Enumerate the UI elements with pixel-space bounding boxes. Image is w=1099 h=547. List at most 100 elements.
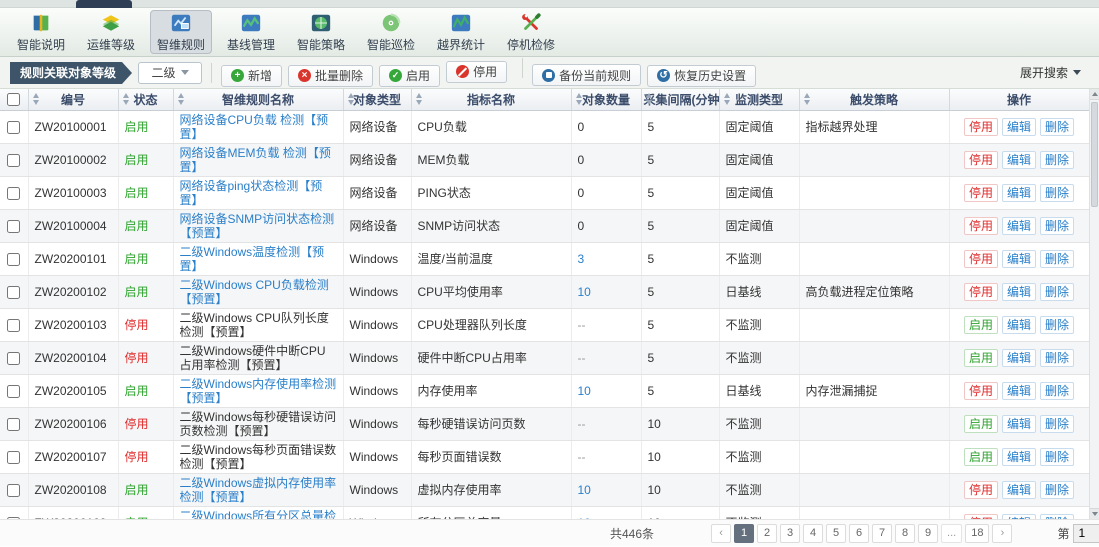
rule-name-link[interactable]: 网络设备MEM负载 检测【预置】: [180, 146, 331, 174]
column-header-7[interactable]: 监测类型: [719, 89, 799, 110]
add-button[interactable]: 新增: [221, 65, 282, 87]
row-edit-button[interactable]: 编辑: [1002, 514, 1036, 520]
object-count-link[interactable]: 10: [578, 483, 591, 497]
scroll-up-button[interactable]: [1090, 89, 1099, 100]
row-enable-button[interactable]: 启用: [964, 349, 998, 367]
scroll-down-button[interactable]: [1090, 508, 1099, 519]
row-edit-button[interactable]: 编辑: [1002, 184, 1036, 202]
column-header-0[interactable]: 编号: [28, 89, 118, 110]
row-delete-button[interactable]: 删除: [1040, 184, 1074, 202]
row-delete-button[interactable]: 删除: [1040, 151, 1074, 169]
toolbar-item-smart-rules[interactable]: 智维规则: [150, 10, 212, 54]
rule-name-link[interactable]: 二级Windows虚拟内存使用率检测【预置】: [180, 476, 337, 504]
column-header-8[interactable]: 触发策略: [799, 89, 949, 110]
row-edit-button[interactable]: 编辑: [1002, 349, 1036, 367]
row-checkbox[interactable]: [7, 484, 20, 497]
page-button-5[interactable]: 5: [826, 524, 846, 543]
row-delete-button[interactable]: 删除: [1040, 349, 1074, 367]
enable-button[interactable]: 启用: [379, 65, 440, 87]
rule-name-link[interactable]: 二级Windows内存使用率检测【预置】: [180, 377, 337, 405]
row-edit-button[interactable]: 编辑: [1002, 217, 1036, 235]
page-button-6[interactable]: 6: [849, 524, 869, 543]
row-delete-button[interactable]: 删除: [1040, 382, 1074, 400]
row-enable-button[interactable]: 启用: [964, 415, 998, 433]
toolbar-item-smart-inspection[interactable]: 智能巡检: [360, 10, 422, 54]
row-enable-button[interactable]: 启用: [964, 316, 998, 334]
row-edit-button[interactable]: 编辑: [1002, 415, 1036, 433]
toolbar-item-smart-help[interactable]: 智能说明: [10, 10, 72, 54]
page-button-1[interactable]: 1: [734, 524, 754, 543]
row-checkbox[interactable]: [7, 517, 20, 519]
row-checkbox[interactable]: [7, 451, 20, 464]
row-delete-button[interactable]: 删除: [1040, 415, 1074, 433]
restore-history-button[interactable]: 恢复历史设置: [647, 65, 756, 87]
next-page-button[interactable]: ›: [992, 524, 1012, 543]
object-count-link[interactable]: 10: [578, 384, 591, 398]
row-checkbox[interactable]: [7, 418, 20, 431]
column-header-3[interactable]: 对象类型: [343, 89, 411, 110]
toolbar-item-ops-level[interactable]: 运维等级: [80, 10, 142, 54]
row-disable-button[interactable]: 停用: [964, 250, 998, 268]
level-dropdown[interactable]: 二级: [138, 62, 202, 84]
toolbar-item-shutdown-maintenance[interactable]: 停机检修: [500, 10, 562, 54]
row-delete-button[interactable]: 删除: [1040, 283, 1074, 301]
row-checkbox[interactable]: [7, 187, 20, 200]
page-button-8[interactable]: 8: [895, 524, 915, 543]
page-button-4[interactable]: 4: [803, 524, 823, 543]
rule-name-link[interactable]: 网络设备CPU负载 检测【预置】: [180, 113, 329, 141]
row-disable-button[interactable]: 停用: [964, 217, 998, 235]
row-delete-button[interactable]: 删除: [1040, 118, 1074, 136]
row-disable-button[interactable]: 停用: [964, 514, 998, 520]
row-disable-button[interactable]: 停用: [964, 184, 998, 202]
row-delete-button[interactable]: 删除: [1040, 316, 1074, 334]
row-delete-button[interactable]: 删除: [1040, 448, 1074, 466]
row-disable-button[interactable]: 停用: [964, 283, 998, 301]
row-edit-button[interactable]: 编辑: [1002, 118, 1036, 136]
row-delete-button[interactable]: 删除: [1040, 514, 1074, 520]
row-checkbox[interactable]: [7, 154, 20, 167]
page-select[interactable]: 1: [1073, 524, 1099, 543]
rule-name-link[interactable]: 网络设备ping状态检测【预置】: [180, 179, 323, 207]
row-disable-button[interactable]: 停用: [964, 118, 998, 136]
row-checkbox[interactable]: [7, 121, 20, 134]
prev-page-button[interactable]: ‹: [711, 524, 731, 543]
row-delete-button[interactable]: 删除: [1040, 250, 1074, 268]
scrollbar-thumb[interactable]: [1091, 102, 1098, 207]
column-header-9[interactable]: 操作: [949, 89, 1089, 110]
row-enable-button[interactable]: 启用: [964, 448, 998, 466]
row-edit-button[interactable]: 编辑: [1002, 382, 1036, 400]
rule-name-link[interactable]: 二级Windows所有分区总量检测【预置】: [180, 509, 337, 520]
active-tab-fragment[interactable]: [76, 0, 132, 8]
backup-rules-button[interactable]: 备份当前规则: [532, 64, 641, 86]
row-delete-button[interactable]: 删除: [1040, 481, 1074, 499]
page-button-3[interactable]: 3: [780, 524, 800, 543]
rule-name-link[interactable]: 网络设备SNMP访问状态检测【预置】: [180, 212, 335, 240]
row-disable-button[interactable]: 停用: [964, 481, 998, 499]
row-checkbox[interactable]: [7, 352, 20, 365]
toolbar-item-smart-strategy[interactable]: 智能策略: [290, 10, 352, 54]
row-checkbox[interactable]: [7, 319, 20, 332]
page-button-9[interactable]: 9: [918, 524, 938, 543]
rule-name-link[interactable]: 二级Windows CPU负载检测【预置】: [180, 278, 329, 306]
toolbar-item-overrun-stats[interactable]: 越界统计: [430, 10, 492, 54]
batch-delete-button[interactable]: 批量删除: [288, 65, 373, 87]
row-delete-button[interactable]: 删除: [1040, 217, 1074, 235]
page-button-2[interactable]: 2: [757, 524, 777, 543]
disable-button[interactable]: 停用: [446, 61, 507, 83]
column-header-1[interactable]: 状态: [118, 89, 173, 110]
row-disable-button[interactable]: 停用: [964, 151, 998, 169]
row-edit-button[interactable]: 编辑: [1002, 283, 1036, 301]
row-checkbox[interactable]: [7, 253, 20, 266]
column-header-4[interactable]: 指标名称: [411, 89, 571, 110]
row-disable-button[interactable]: 停用: [964, 382, 998, 400]
row-checkbox[interactable]: [7, 385, 20, 398]
expand-search-toggle[interactable]: 展开搜索: [1020, 64, 1081, 81]
column-header-5[interactable]: 对象数量: [571, 89, 641, 110]
row-edit-button[interactable]: 编辑: [1002, 151, 1036, 169]
row-edit-button[interactable]: 编辑: [1002, 250, 1036, 268]
object-count-link[interactable]: 10: [578, 285, 591, 299]
object-count-link[interactable]: 3: [578, 252, 585, 266]
row-checkbox[interactable]: [7, 220, 20, 233]
toolbar-item-baseline-mgmt[interactable]: 基线管理: [220, 10, 282, 54]
row-edit-button[interactable]: 编辑: [1002, 448, 1036, 466]
